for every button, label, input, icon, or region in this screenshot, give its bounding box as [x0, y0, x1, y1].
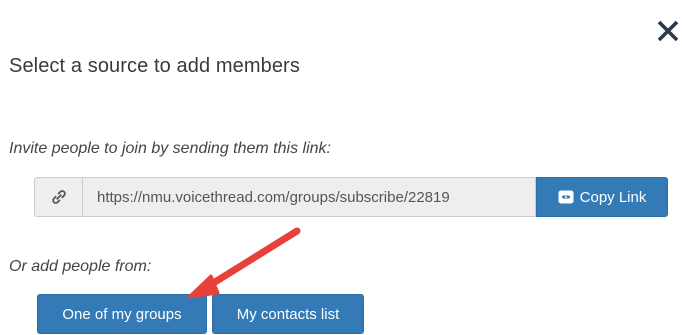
close-button[interactable] — [655, 18, 681, 44]
annotation-arrow — [187, 227, 301, 299]
link-icon — [51, 190, 66, 204]
copy-link-label: Copy Link — [579, 188, 647, 206]
copy-link-button[interactable]: Copy Link — [536, 177, 668, 217]
add-from-label: Or add people from: — [9, 258, 152, 275]
dialog-title: Select a source to add members — [9, 55, 300, 77]
close-icon — [657, 20, 679, 42]
invite-link-field[interactable] — [82, 177, 536, 217]
add-members-dialog: Select a source to add members Invite pe… — [0, 0, 682, 335]
my-contacts-label: My contacts list — [236, 305, 340, 323]
my-groups-label: One of my groups — [62, 305, 182, 323]
copy-link-icon — [558, 190, 574, 204]
invite-link-group: Copy Link — [34, 177, 668, 217]
my-groups-button[interactable]: One of my groups — [37, 294, 207, 334]
link-addon — [34, 177, 82, 217]
my-contacts-button[interactable]: My contacts list — [212, 294, 364, 334]
invite-label: Invite people to join by sending them th… — [9, 140, 331, 157]
